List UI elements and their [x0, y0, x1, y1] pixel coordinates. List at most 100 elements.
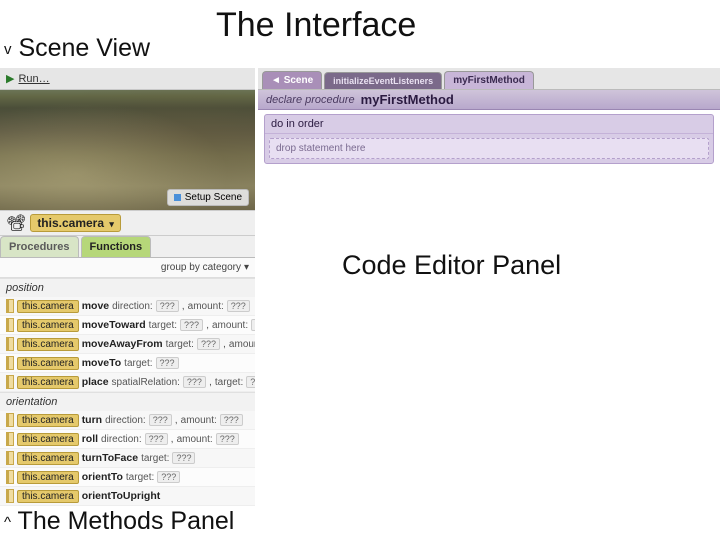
method-tabs: Procedures Functions: [0, 236, 255, 258]
method-name: moveToward: [82, 319, 146, 331]
grip-icon: [6, 299, 14, 313]
run-button[interactable]: Run…: [18, 73, 49, 85]
methods-panel-text: The Methods Panel: [18, 507, 235, 535]
param-value[interactable]: ???: [246, 376, 255, 388]
method-tile[interactable]: this.cameraturndirection:??? , amount:??…: [0, 411, 255, 430]
scene-view-text: Scene View: [18, 34, 150, 62]
object-chip: this.camera: [17, 471, 79, 484]
param-name: amount:: [177, 434, 213, 445]
declare-method-name: myFirstMethod: [361, 92, 454, 107]
chevron-down-icon: ▾: [109, 219, 114, 229]
param-value[interactable]: ???: [156, 300, 179, 312]
group-by-dropdown[interactable]: group by category ▾: [0, 258, 255, 278]
setup-scene-icon: [174, 194, 181, 201]
method-name: turnToFace: [82, 452, 138, 464]
method-name: move: [82, 300, 109, 312]
param-value[interactable]: ???: [251, 319, 255, 331]
tab-my-first-method[interactable]: myFirstMethod: [444, 71, 534, 89]
param-name: direction:: [112, 301, 153, 312]
setup-scene-button[interactable]: Setup Scene: [167, 189, 249, 206]
param-name: target:: [149, 320, 177, 331]
app-region: ▶ Run… Setup Scene 📽 this.camera ▾ Proce…: [0, 68, 720, 498]
method-tile[interactable]: this.cameramoveAwayFromtarget:??? , amou…: [0, 335, 255, 354]
object-chip: this.camera: [17, 357, 79, 370]
do-in-order-header: do in order: [265, 115, 713, 134]
declare-label: declare procedure: [266, 94, 355, 106]
param-value[interactable]: ???: [157, 471, 180, 483]
method-name: orientToUpright: [82, 490, 161, 502]
param-name: amount:: [229, 339, 255, 350]
param-name: direction:: [105, 415, 146, 426]
param-value[interactable]: ???: [172, 452, 195, 464]
object-name: this.camera: [37, 216, 104, 230]
category-orientation: orientation: [0, 392, 255, 411]
method-tile[interactable]: this.camerarolldirection:??? , amount:??…: [0, 430, 255, 449]
param-value[interactable]: ???: [227, 300, 250, 312]
method-tile[interactable]: this.cameraplacespatialRelation:??? , ta…: [0, 373, 255, 392]
grip-icon: [6, 489, 14, 503]
param-name: target:: [126, 472, 154, 483]
methods-panel-annotation: ^ The Methods Panel: [4, 507, 234, 536]
grip-icon: [6, 356, 14, 370]
do-in-order-block[interactable]: do in order drop statement here: [264, 114, 714, 164]
group-by-label: group by category: [161, 262, 241, 273]
setup-scene-label: Setup Scene: [185, 192, 242, 203]
method-name: moveAwayFrom: [82, 338, 163, 350]
param-value[interactable]: ???: [183, 376, 206, 388]
param-name: amount:: [188, 301, 224, 312]
scene-3d-viewport[interactable]: Setup Scene: [0, 90, 255, 210]
method-tile[interactable]: this.cameraorientToUpright: [0, 487, 255, 506]
object-chip: this.camera: [17, 490, 79, 503]
category-position: position: [0, 278, 255, 297]
method-name: roll: [82, 433, 98, 445]
param-name: amount:: [181, 415, 217, 426]
editor-tabs: ◄ Scene initializeEventListeners myFirst…: [258, 68, 720, 90]
param-value[interactable]: ???: [145, 433, 168, 445]
param-name: target:: [124, 358, 152, 369]
grip-icon: [6, 337, 14, 351]
object-selector-row: 📽 this.camera ▾: [0, 210, 255, 236]
param-value[interactable]: ???: [197, 338, 220, 350]
param-name: direction:: [101, 434, 142, 445]
tab-functions[interactable]: Functions: [81, 236, 152, 257]
scene-arrow-icon: ◄: [271, 75, 284, 86]
orientation-methods-list: this.cameraturndirection:??? , amount:??…: [0, 411, 255, 506]
scene-toolbar: ▶ Run…: [0, 68, 255, 90]
play-icon[interactable]: ▶: [6, 72, 14, 85]
param-name: target:: [215, 377, 243, 388]
method-name: turn: [82, 414, 102, 426]
drop-statement-target[interactable]: drop statement here: [269, 138, 709, 159]
method-tile[interactable]: this.cameraturnToFacetarget:???: [0, 449, 255, 468]
param-value[interactable]: ???: [149, 414, 172, 426]
caret-down-icon: v: [4, 41, 12, 58]
method-tile[interactable]: this.cameramoveTowardtarget:??? , amount…: [0, 316, 255, 335]
tab-procedures[interactable]: Procedures: [0, 236, 79, 257]
declare-bar: declare procedure myFirstMethod: [258, 90, 720, 110]
scene-view-annotation: v Scene View: [4, 34, 150, 63]
param-value[interactable]: ???: [156, 357, 179, 369]
object-selector[interactable]: this.camera ▾: [30, 214, 121, 232]
tab-scene[interactable]: ◄ Scene: [262, 71, 322, 89]
param-value[interactable]: ???: [216, 433, 239, 445]
method-tile[interactable]: this.cameraorientTotarget:???: [0, 468, 255, 487]
left-column: ▶ Run… Setup Scene 📽 this.camera ▾ Proce…: [0, 68, 255, 498]
method-tile[interactable]: this.cameramoveTotarget:???: [0, 354, 255, 373]
tab-initialize-event-listeners[interactable]: initializeEventListeners: [324, 72, 442, 89]
param-name: target:: [166, 339, 194, 350]
object-chip: this.camera: [17, 452, 79, 465]
object-chip: this.camera: [17, 414, 79, 427]
chevron-down-icon: ▾: [244, 262, 249, 273]
object-chip: this.camera: [17, 319, 79, 332]
param-value[interactable]: ???: [180, 319, 203, 331]
param-name: target:: [141, 453, 169, 464]
code-editor-panel: ◄ Scene initializeEventListeners myFirst…: [258, 68, 720, 498]
tab-scene-label: Scene: [284, 75, 313, 86]
grip-icon: [6, 318, 14, 332]
slide-title: The Interface: [216, 6, 416, 45]
object-chip: this.camera: [17, 433, 79, 446]
object-chip: this.camera: [17, 300, 79, 313]
grip-icon: [6, 470, 14, 484]
method-tile[interactable]: this.cameramovedirection:??? , amount:??…: [0, 297, 255, 316]
param-value[interactable]: ???: [220, 414, 243, 426]
object-chip: this.camera: [17, 376, 79, 389]
